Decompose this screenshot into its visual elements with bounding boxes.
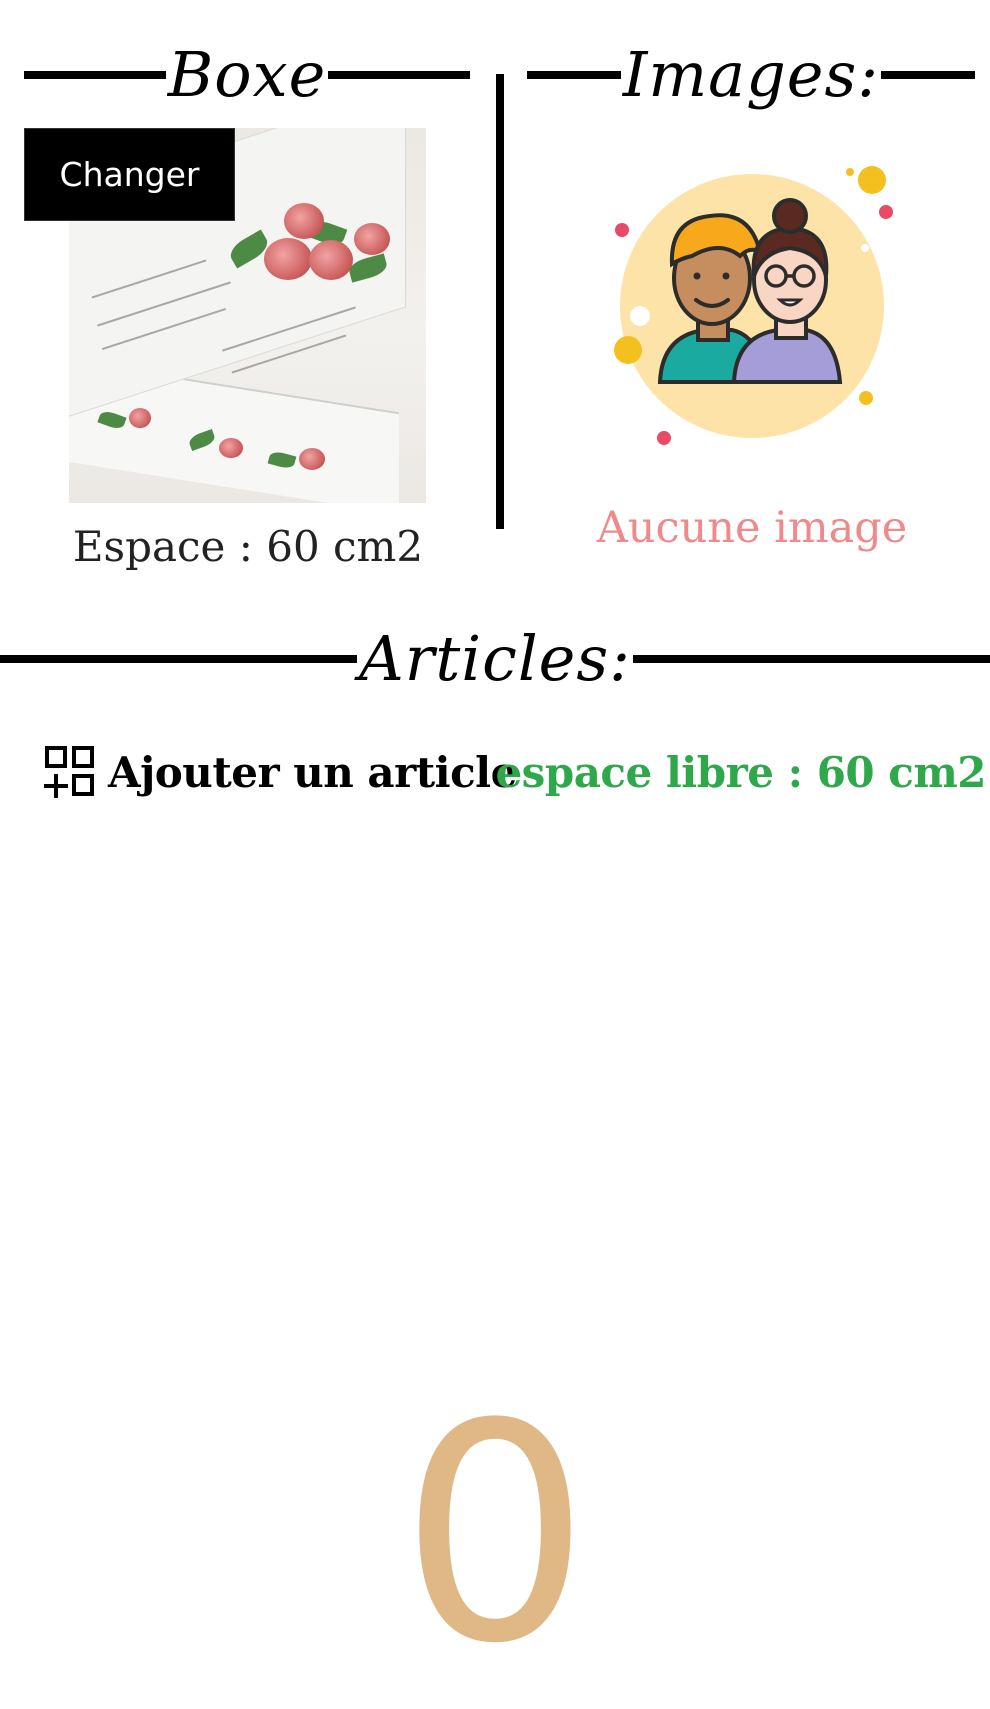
- add-article-label: Ajouter un article: [108, 747, 517, 797]
- images-heading: Images:: [622, 38, 880, 111]
- grid-plus-icon: [44, 746, 94, 798]
- no-image-label: Aucune image: [596, 503, 908, 553]
- heading-rule-right: [633, 655, 990, 663]
- box-heading: Boxe: [167, 38, 327, 111]
- section-divider: [496, 74, 504, 529]
- box-space-label: Espace : 60 cm2: [72, 522, 424, 571]
- images-heading-row: Images:: [527, 44, 975, 106]
- users-avatar-illustration: [614, 166, 893, 445]
- articles-heading: Articles:: [358, 622, 632, 695]
- articles-heading-row: Articles:: [0, 628, 990, 690]
- free-space-label: espace libre : 60 cm2: [495, 748, 986, 797]
- heading-rule-left: [24, 71, 166, 79]
- box-heading-row: Boxe: [24, 38, 471, 111]
- change-box-button[interactable]: Changer: [24, 128, 235, 221]
- add-article-button[interactable]: Ajouter un article: [42, 744, 517, 800]
- heading-rule-left: [527, 71, 621, 79]
- no-image-avatar: [600, 160, 900, 460]
- article-count: 0: [399, 1360, 591, 1709]
- heading-rule-left: [0, 655, 357, 663]
- heading-rule-right: [328, 71, 471, 79]
- heading-rule-right: [881, 71, 975, 79]
